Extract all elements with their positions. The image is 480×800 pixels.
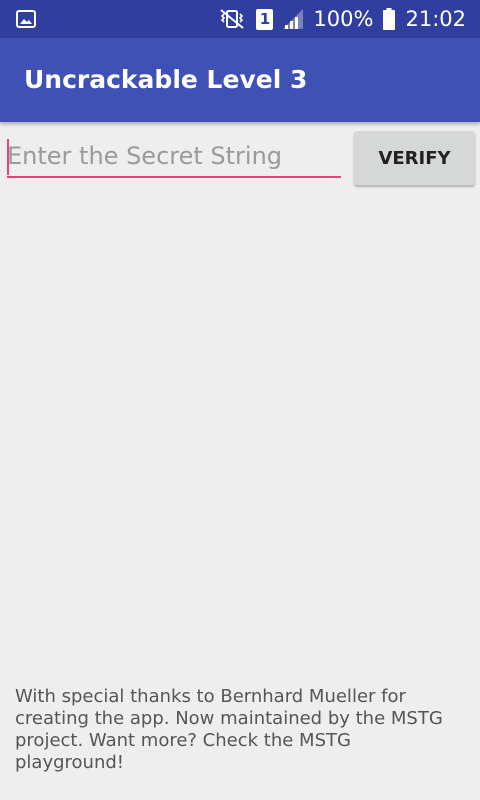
app-bar: Uncrackable Level 3 xyxy=(0,38,480,122)
battery-icon xyxy=(383,8,396,30)
gallery-icon xyxy=(16,10,36,28)
sim-icon: 1 xyxy=(256,8,274,30)
status-icons: 1 100% 21:02 xyxy=(218,0,466,38)
verify-button[interactable]: VERIFY xyxy=(354,131,475,185)
vibrate-mute-icon xyxy=(218,8,246,30)
signal-icon xyxy=(283,9,304,29)
battery-percent: 100% xyxy=(313,7,374,31)
secret-string-input[interactable] xyxy=(7,136,341,178)
credits-text: With special thanks to Bernhard Mueller … xyxy=(15,686,443,773)
clock: 21:02 xyxy=(405,7,466,31)
status-bar: 1 100% 21:02 xyxy=(0,0,480,38)
text-cursor xyxy=(7,139,9,175)
page-title: Uncrackable Level 3 xyxy=(24,65,308,94)
